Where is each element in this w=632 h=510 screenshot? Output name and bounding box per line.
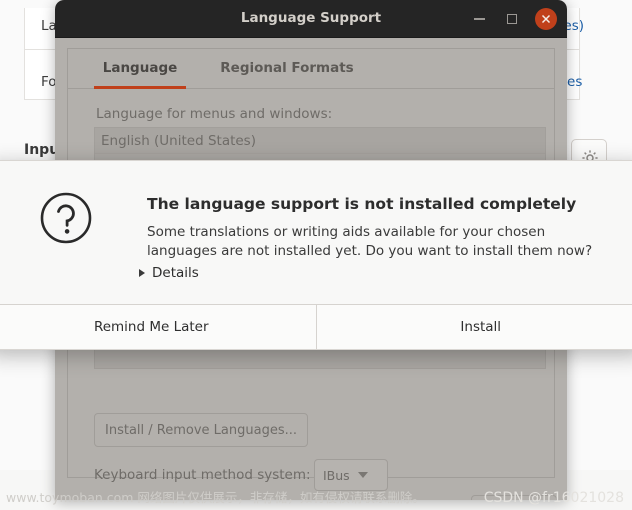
dialog-action-bar: Remind Me Later Install <box>0 304 632 349</box>
remind-me-later-button[interactable]: Remind Me Later <box>0 305 316 349</box>
watermark-chinese: www.toymoban.com 网络图片仅供展示，非存储，如有侵权请联系删除。 <box>6 490 425 505</box>
chevron-down-icon <box>357 472 368 478</box>
dialog-heading: The language support is not installed co… <box>147 195 577 213</box>
close-window-button[interactable] <box>535 8 557 30</box>
close-icon <box>541 14 551 24</box>
minimize-button[interactable] <box>469 9 489 29</box>
dialog-body-text: Some translations or writing aids availa… <box>147 224 593 259</box>
keyboard-input-method-value: IBus <box>323 467 350 483</box>
tab-bar: Language Regional Formats <box>68 49 554 89</box>
language-section-label: Language for menus and windows: <box>96 106 333 122</box>
background-section-title-input: Inpu <box>24 142 60 158</box>
install-remove-languages-button[interactable]: Install / Remove Languages... <box>94 413 308 447</box>
question-mark-icon <box>40 192 92 244</box>
screen: La ces) Fo ites Inpu Language Support La… <box>0 0 632 510</box>
maximize-button[interactable] <box>502 9 522 29</box>
triangle-right-icon <box>139 269 145 277</box>
keyboard-input-method-label: Keyboard input method system: <box>94 467 311 483</box>
watermark-strip: www.toymoban.com 网络图片仅供展示，非存储，如有侵权请联系删除。… <box>0 484 632 510</box>
maximize-icon <box>507 14 517 24</box>
window-title: Language Support <box>240 10 382 26</box>
list-item[interactable]: English (United States) <box>95 128 545 154</box>
language-support-dialog: The language support is not installed co… <box>0 160 632 350</box>
details-label: Details <box>152 265 199 281</box>
install-button[interactable]: Install <box>315 305 632 349</box>
tab-language[interactable]: Language <box>88 49 192 89</box>
details-expander[interactable]: Details <box>139 265 199 281</box>
minimize-icon <box>473 18 485 20</box>
language-support-titlebar[interactable]: Language Support <box>55 0 567 38</box>
watermark-csdn: CSDN @fr16021028 <box>483 490 624 506</box>
tab-regional-formats[interactable]: Regional Formats <box>203 49 371 89</box>
